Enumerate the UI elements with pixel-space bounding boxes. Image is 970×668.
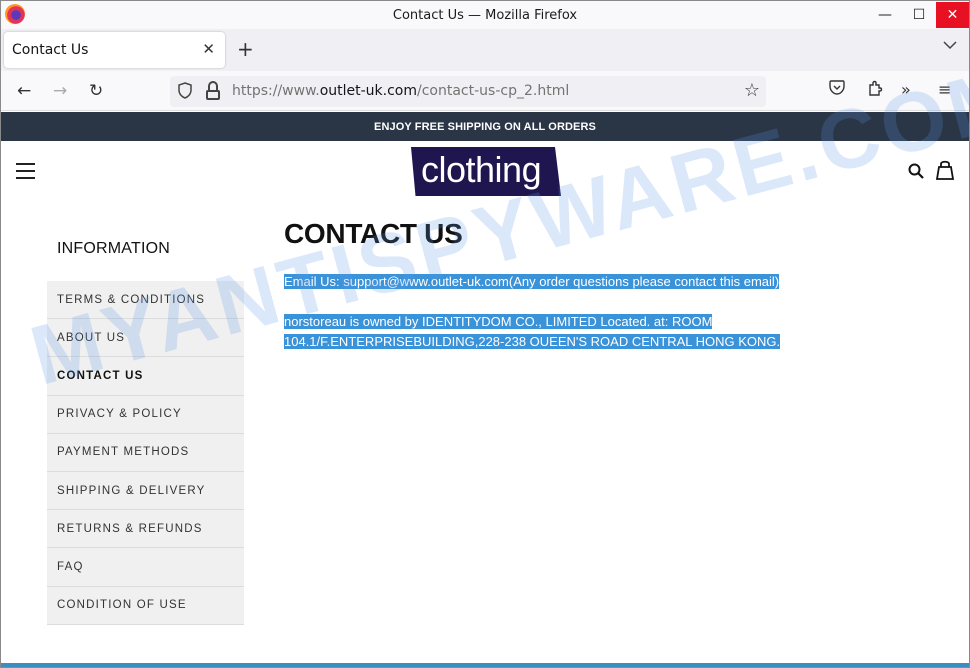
extensions-puzzle-icon[interactable] (867, 80, 883, 101)
tab-bar: Contact Us ✕ + (1, 29, 969, 71)
sidebar-item-privacy-policy[interactable]: PRIVACY & POLICY (47, 396, 244, 434)
app-menu-button[interactable]: ≡ (938, 80, 951, 99)
close-window-button[interactable]: ✕ (936, 2, 969, 28)
lock-icon[interactable] (206, 81, 220, 101)
browser-window: Contact Us — Mozilla Firefox — ☐ ✕ Conta… (0, 0, 970, 668)
maximize-button[interactable]: ☐ (902, 1, 936, 29)
sidebar-item-faq[interactable]: FAQ (47, 548, 244, 587)
owner-line-2: 104.1/F.ENTERPRISEBUILDING,228-238 OUEEN… (284, 334, 781, 349)
window-controls: — ☐ ✕ (868, 1, 969, 29)
bottom-accent-bar (1, 663, 969, 667)
sidebar-item-terms-conditions[interactable]: TERMS & CONDITIONS (47, 281, 244, 320)
hamburger-menu-icon[interactable] (16, 163, 35, 179)
more-tools-overflow-button[interactable]: » (901, 80, 911, 99)
tab-contact-us[interactable]: Contact Us ✕ (4, 32, 225, 68)
logo-text: clothing (421, 149, 542, 190)
email-line[interactable]: Email Us: support@www.outlet-uk.com(Any … (284, 274, 780, 289)
url-path: /contact-us-cp_2.html (417, 83, 570, 99)
web-page: ENJOY FREE SHIPPING ON ALL ORDERS clothi… (1, 112, 969, 667)
sidebar-item-condition-of-use[interactable]: CONDITION OF USE (47, 587, 244, 625)
forward-button[interactable]: → (53, 81, 67, 101)
navigation-bar: ← → ↻ https://www.outlet-uk.com/contact-… (1, 71, 969, 111)
back-button[interactable]: ← (17, 81, 31, 101)
url-prefix: https://www. (232, 83, 320, 99)
promo-banner: ENJOY FREE SHIPPING ON ALL ORDERS (1, 112, 969, 141)
new-tab-button[interactable]: + (237, 37, 254, 61)
sidebar-item-payment-methods[interactable]: PAYMENT METHODS (47, 434, 244, 472)
minimize-button[interactable]: — (868, 1, 902, 29)
shopping-bag-icon[interactable] (936, 160, 954, 180)
bookmark-star-icon[interactable]: ☆ (744, 80, 760, 101)
search-icon[interactable] (908, 163, 924, 179)
pocket-icon[interactable] (829, 80, 845, 99)
list-all-tabs-button[interactable] (943, 39, 957, 54)
sidebar-item-contact-us[interactable]: CONTACT US (47, 357, 244, 396)
window-title: Contact Us — Mozilla Firefox (392, 7, 578, 23)
site-logo[interactable]: clothing (411, 147, 561, 196)
title-bar: Contact Us — Mozilla Firefox — ☐ ✕ (1, 1, 969, 29)
owner-line-1: norstoreau is owned by IDENTITYDOM CO., … (284, 314, 713, 329)
firefox-logo-icon (5, 4, 25, 24)
contact-content: Email Us: support@www.outlet-uk.com(Any … (284, 272, 844, 372)
site-header: clothing (1, 141, 969, 206)
sidebar-item-returns-refunds[interactable]: RETURNS & REFUNDS (47, 510, 244, 549)
url-text[interactable]: https://www.outlet-uk.com/contact-us-cp_… (232, 83, 569, 99)
tracking-protection-shield-icon[interactable] (178, 82, 192, 103)
chevron-down-icon (943, 41, 957, 50)
sidebar-item-shipping-delivery[interactable]: SHIPPING & DELIVERY (47, 472, 244, 511)
url-bar[interactable]: https://www.outlet-uk.com/contact-us-cp_… (170, 76, 766, 107)
tab-title: Contact Us (12, 42, 89, 58)
url-domain: outlet-uk.com (319, 83, 418, 99)
page-title: CONTACT US (284, 218, 463, 249)
close-tab-icon[interactable]: ✕ (202, 40, 215, 58)
sidebar-item-about-us[interactable]: ABOUT US (47, 319, 244, 358)
sidebar-title: INFORMATION (57, 240, 171, 257)
information-sidebar: TERMS & CONDITIONS ABOUT US CONTACT US P… (47, 281, 244, 625)
reload-button[interactable]: ↻ (89, 81, 103, 101)
